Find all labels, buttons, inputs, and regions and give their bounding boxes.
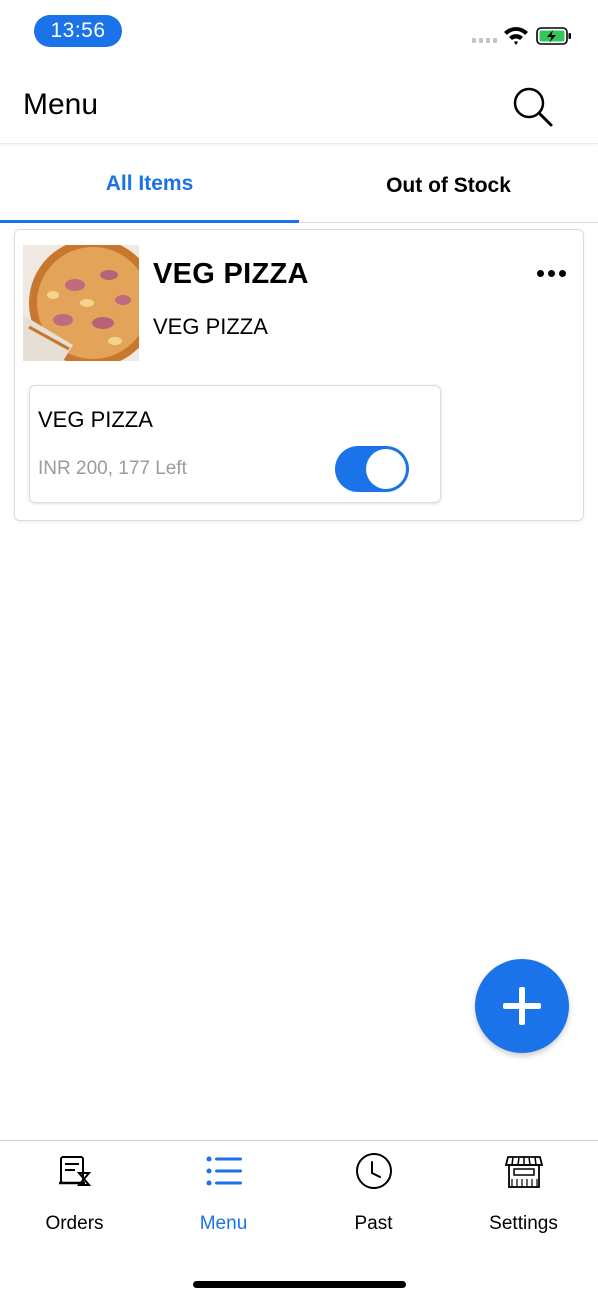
nav-orders[interactable]: Orders (0, 1141, 149, 1251)
battery-charging-icon (536, 27, 571, 45)
item-subtitle: VEG PIZZA (153, 314, 268, 339)
page-title: Menu (23, 88, 99, 121)
orders-icon (58, 1156, 91, 1186)
toggle-knob (366, 449, 406, 489)
tab-all-items[interactable]: All Items (0, 148, 299, 223)
home-indicator (193, 1281, 406, 1288)
nav-label-past: Past (354, 1213, 393, 1234)
cellular-signal-icon (472, 38, 497, 43)
menu-list-icon (206, 1156, 242, 1186)
tab-out-of-stock[interactable]: Out of Stock (299, 148, 598, 223)
status-time: 13:56 (34, 15, 122, 47)
app-header: Menu (0, 60, 598, 144)
nav-settings[interactable]: Settings (449, 1141, 598, 1251)
nav-label-menu: Menu (199, 1213, 248, 1234)
variant-name: VEG PIZZA (38, 407, 153, 432)
bottom-nav: Orders Menu Past Settings (0, 1140, 598, 1300)
tab-bar: All Items Out of Stock (0, 148, 598, 223)
nav-menu[interactable]: Menu (149, 1141, 298, 1251)
clock-icon (355, 1153, 392, 1189)
status-bar: 13:56 (0, 0, 598, 60)
add-item-button[interactable] (475, 959, 569, 1053)
nav-past[interactable]: Past (299, 1141, 448, 1251)
store-icon (504, 1156, 543, 1188)
variant-price-stock: INR 200, 177 Left (38, 458, 187, 479)
item-title: VEG PIZZA (153, 258, 309, 290)
search-icon[interactable] (510, 84, 556, 130)
nav-label-settings: Settings (489, 1213, 558, 1234)
more-options-icon[interactable] (537, 266, 571, 280)
menu-item-card[interactable]: VEG PIZZA VEG PIZZA VEG PIZZA INR 200, 1… (14, 229, 584, 521)
nav-label-orders: Orders (45, 1213, 104, 1234)
variant-card: VEG PIZZA INR 200, 177 Left (29, 385, 441, 503)
pizza-image (23, 245, 139, 361)
stock-toggle[interactable] (335, 446, 409, 492)
wifi-icon (504, 27, 528, 45)
